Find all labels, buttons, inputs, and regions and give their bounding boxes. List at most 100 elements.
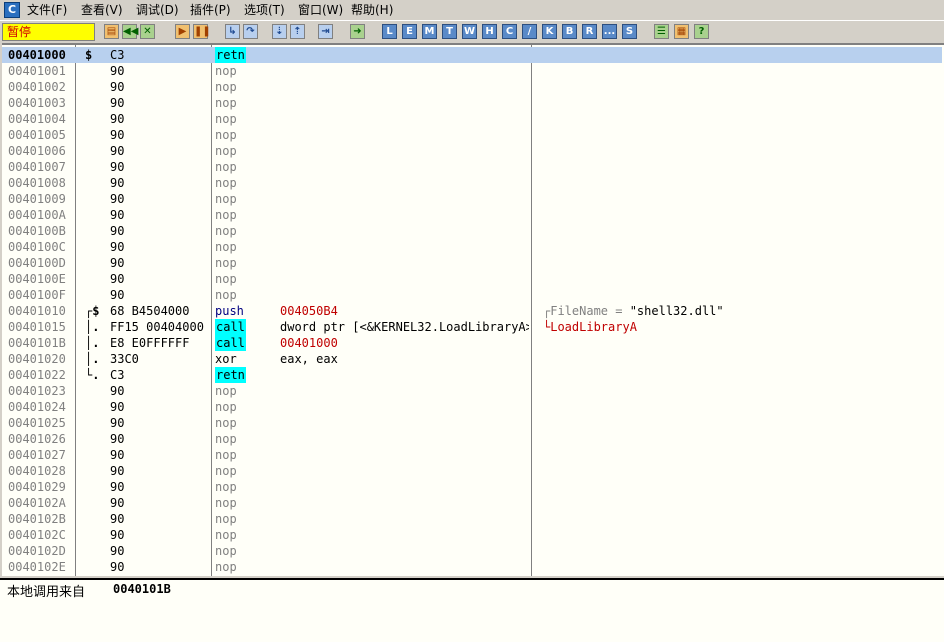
hex-cell: 90 xyxy=(110,160,125,174)
menu-help[interactable]: 帮助(H) xyxy=(351,2,393,18)
window-modules-button[interactable]: E xyxy=(402,24,417,39)
window-references-button[interactable]: R xyxy=(582,24,597,39)
disasm-row[interactable]: 00401020 │. 33C0 xor eax, eax xyxy=(2,351,942,367)
hex-cell: 90 xyxy=(110,256,125,270)
window-runtrace-button[interactable]: ... xyxy=(602,24,617,39)
disasm-row[interactable]: 00401027 90 nop xyxy=(2,447,942,463)
disasm-row[interactable]: 00401026 90 nop xyxy=(2,431,942,447)
help-icon[interactable]: ? xyxy=(694,24,709,39)
pause-icon[interactable]: ❚❚ xyxy=(193,24,211,39)
window-threads-button[interactable]: T xyxy=(442,24,457,39)
disasm-row[interactable]: 0040100C 90 nop xyxy=(2,239,942,255)
address-cell: 00401004 xyxy=(8,112,66,126)
disasm-row[interactable]: 0040100F 90 nop xyxy=(2,287,942,303)
hex-cell: 90 xyxy=(110,192,125,206)
close-icon[interactable]: ✕ xyxy=(140,24,155,39)
mnemonic-cell: nop xyxy=(215,64,237,78)
window-log-button[interactable]: L xyxy=(382,24,397,39)
disasm-row[interactable]: 00401005 90 nop xyxy=(2,127,942,143)
hex-cell: 90 xyxy=(110,464,125,478)
disasm-row[interactable]: 00401028 90 nop xyxy=(2,463,942,479)
address-cell: 00401001 xyxy=(8,64,66,78)
mnemonic-cell: call xyxy=(215,319,246,335)
mnemonic-cell: nop xyxy=(215,288,237,302)
marker-cell: │. xyxy=(85,336,100,350)
address-cell: 00401010 xyxy=(8,304,66,318)
disasm-row[interactable]: 0040102A 90 nop xyxy=(2,495,942,511)
disasm-row[interactable]: 0040101B │. E8 E0FFFFFF call 00401000 xyxy=(2,335,942,351)
list-icon[interactable]: ☰ xyxy=(654,24,669,39)
disasm-row[interactable]: 00401003 90 nop xyxy=(2,95,942,111)
step-over-icon[interactable]: ↷ xyxy=(243,24,258,39)
mnemonic-cell: xor xyxy=(215,352,237,366)
address-cell: 0040100D xyxy=(8,256,66,270)
hex-cell: 90 xyxy=(110,288,125,302)
disasm-row[interactable]: 00401024 90 nop xyxy=(2,399,942,415)
window-breakpoints-button[interactable]: B xyxy=(562,24,577,39)
hex-cell: 90 xyxy=(110,224,125,238)
mnemonic-cell: nop xyxy=(215,528,237,542)
address-cell: 0040102D xyxy=(8,544,66,558)
app-icon[interactable]: C xyxy=(4,2,20,18)
menu-view[interactable]: 查看(V) xyxy=(81,2,123,18)
address-cell: 00401027 xyxy=(8,448,66,462)
disasm-row[interactable]: 0040102C 90 nop xyxy=(2,527,942,543)
disasm-row[interactable]: 00401023 90 nop xyxy=(2,383,942,399)
address-cell: 0040102C xyxy=(8,528,66,542)
menu-debug[interactable]: 调试(D) xyxy=(136,2,179,18)
mnemonic-cell: nop xyxy=(215,192,237,206)
goto-address-icon[interactable]: ➜ xyxy=(350,24,365,39)
window-source-button[interactable]: S xyxy=(622,24,637,39)
run-icon[interactable]: ▶ xyxy=(175,24,190,39)
trace-over-icon[interactable]: ⇡ xyxy=(290,24,305,39)
mnemonic-cell: nop xyxy=(215,96,237,110)
disasm-row[interactable]: 0040102D 90 nop xyxy=(2,543,942,559)
disasm-row[interactable]: 00401000 $ C3 retn xyxy=(2,47,942,63)
disasm-row[interactable]: 00401002 90 nop xyxy=(2,79,942,95)
address-cell: 0040100C xyxy=(8,240,66,254)
hex-cell: FF15 00404000 xyxy=(110,320,204,334)
disasm-row[interactable]: 00401001 90 nop xyxy=(2,63,942,79)
disasm-row[interactable]: 00401006 90 nop xyxy=(2,143,942,159)
hex-cell: 90 xyxy=(110,432,125,446)
step-into-icon[interactable]: ↳ xyxy=(225,24,240,39)
menu-file[interactable]: 文件(F) xyxy=(27,2,67,18)
disassembly-pane[interactable]: 00401000 $ C3 retn 00401001 90 nop 00401002 90 no… xyxy=(2,43,944,576)
open-file-icon[interactable]: ▤ xyxy=(104,24,119,39)
address-cell: 0040101B xyxy=(8,336,66,350)
disasm-row[interactable]: 00401008 90 nop xyxy=(2,175,942,191)
disasm-row[interactable]: 0040100B 90 nop xyxy=(2,223,942,239)
disasm-row[interactable]: 00401022 └. C3 retn xyxy=(2,367,942,383)
mnemonic-cell: nop xyxy=(215,480,237,494)
disasm-row[interactable]: 00401010 ┌$ 68 B4504000 push 004050B4 ┌FileNa… xyxy=(2,303,942,319)
disasm-row[interactable]: 00401029 90 nop xyxy=(2,479,942,495)
menu-window[interactable]: 窗口(W) xyxy=(298,2,343,18)
disasm-row[interactable]: 0040100D 90 nop xyxy=(2,255,942,271)
restart-icon[interactable]: ◀◀ xyxy=(122,24,138,39)
disasm-row[interactable]: 00401015 │. FF15 00404000 call dword ptr [<&… xyxy=(2,319,942,335)
window-handles-button[interactable]: H xyxy=(482,24,497,39)
hex-cell: 90 xyxy=(110,480,125,494)
disasm-row[interactable]: 0040100E 90 nop xyxy=(2,271,942,287)
disasm-row[interactable]: 00401004 90 nop xyxy=(2,111,942,127)
window-memory-button[interactable]: M xyxy=(422,24,437,39)
hex-cell: 90 xyxy=(110,64,125,78)
disasm-row[interactable]: 0040102E 90 nop xyxy=(2,559,942,575)
window-patches-button[interactable]: / xyxy=(522,24,537,39)
execute-till-return-icon[interactable]: ⇥ xyxy=(318,24,333,39)
grid-icon[interactable]: ▦ xyxy=(674,24,689,39)
window-windows-button[interactable]: W xyxy=(462,24,477,39)
window-cpu-button[interactable]: C xyxy=(502,24,517,39)
disasm-row[interactable]: 00401007 90 nop xyxy=(2,159,942,175)
disasm-row[interactable]: 0040100A 90 nop xyxy=(2,207,942,223)
disasm-row[interactable]: 0040102B 90 nop xyxy=(2,511,942,527)
address-cell: 0040100B xyxy=(8,224,66,238)
window-callstack-button[interactable]: K xyxy=(542,24,557,39)
mnemonic-cell: push xyxy=(215,304,244,318)
disasm-row[interactable]: 00401025 90 nop xyxy=(2,415,942,431)
info-pane: 本地调用来自 0040101B xyxy=(0,578,944,642)
menu-plugins[interactable]: 插件(P) xyxy=(190,2,231,18)
trace-into-icon[interactable]: ⇣ xyxy=(272,24,287,39)
disasm-row[interactable]: 00401009 90 nop xyxy=(2,191,942,207)
menu-options[interactable]: 选项(T) xyxy=(244,2,285,18)
